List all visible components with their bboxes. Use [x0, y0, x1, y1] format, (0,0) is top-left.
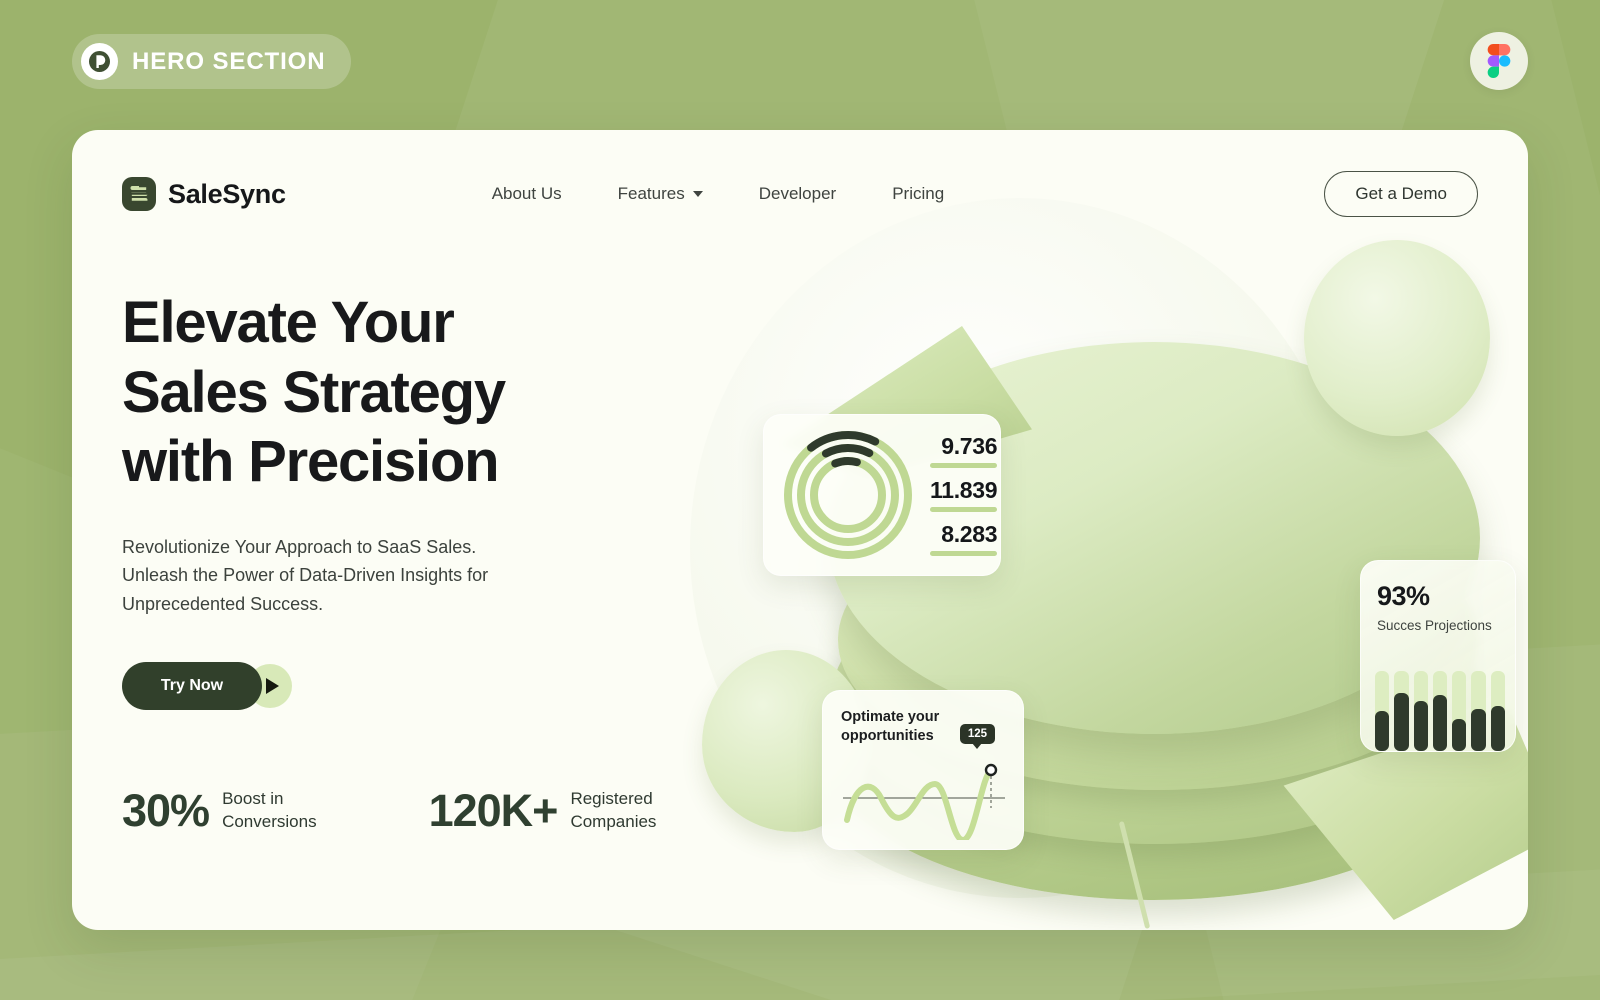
- bar-item: [1432, 671, 1448, 751]
- try-now-button[interactable]: Try Now: [122, 662, 262, 711]
- hero-badge-label: HERO SECTION: [132, 47, 326, 75]
- bar-item: [1452, 671, 1467, 751]
- projection-label: Succes Projections: [1377, 618, 1492, 633]
- metric-underline-bar: [930, 506, 998, 512]
- hero-section-badge: HERO SECTION: [72, 34, 352, 89]
- metrics-rings-card: 9.736 11.839 8.283: [763, 414, 1001, 576]
- bar-item: [1471, 671, 1486, 751]
- headline-line: Elevate Your: [122, 290, 455, 355]
- projection-percent: 93%: [1377, 581, 1430, 611]
- hero-subcopy: Revolutionize Your Approach to SaaS Sale…: [122, 533, 682, 618]
- stats-row: 30% Boost in Conversions 120K+ Registere…: [122, 785, 656, 837]
- subcopy-line: Unprecedented Success.: [122, 593, 324, 614]
- metric-item: 8.283: [930, 520, 998, 556]
- metric-value: 8.283: [941, 520, 998, 547]
- stat-label: Boost in Conversions: [222, 788, 317, 833]
- stat-label-line: Conversions: [222, 812, 317, 831]
- brand-name: SaleSync: [168, 178, 286, 209]
- stat-value: 120K+: [428, 785, 559, 836]
- hero-panel: SaleSync About Us Features Developer Pri…: [72, 130, 1528, 930]
- optimate-opportunities-card: Optimate your opportunities 125: [822, 690, 1024, 850]
- stat-label-line: Companies: [570, 812, 657, 831]
- stat-label-line: Boost in: [222, 789, 284, 809]
- tooltip-badge: 125: [959, 724, 995, 750]
- card-title-line: Optimate your: [841, 709, 940, 725]
- metric-underline-bar: [930, 462, 998, 468]
- opportunities-line-chart: 125: [841, 724, 1005, 841]
- projections-bar-chart: [1375, 665, 1505, 751]
- nav-item-about-us[interactable]: About Us: [492, 184, 562, 204]
- stat-item: 30% Boost in Conversions: [122, 785, 317, 837]
- decorative-blob: [1304, 240, 1490, 436]
- metric-item: 9.736: [930, 432, 998, 468]
- bar-item: [1490, 671, 1505, 751]
- figma-logo-icon[interactable]: [1470, 32, 1528, 90]
- try-now-cta: Try Now: [122, 662, 294, 711]
- bar-item: [1394, 671, 1409, 751]
- nav-item-label: About Us: [491, 184, 562, 203]
- stat-value: 30%: [122, 785, 210, 836]
- stat-item: 120K+ Registered Companies: [429, 785, 657, 837]
- bar-item: [1375, 671, 1390, 751]
- page-title: Elevate Your Sales Strategy with Precisi…: [122, 288, 682, 497]
- metrics-list: 9.736 11.839 8.283: [930, 432, 998, 556]
- p-mark-icon: [81, 43, 118, 80]
- metric-underline-bar: [930, 550, 998, 556]
- card-title-line: opportunities: [841, 728, 934, 745]
- hero-copy: Elevate Your Sales Strategy with Precisi…: [122, 288, 682, 711]
- metric-item: 11.839: [930, 476, 998, 512]
- metric-value: 9.736: [941, 432, 998, 459]
- metric-value: 11.839: [930, 476, 998, 503]
- headline-line: Sales Strategy: [122, 359, 506, 425]
- stat-label-line: Registered: [570, 789, 653, 809]
- success-projections-card: 93% Succes Projections: [1360, 560, 1516, 752]
- headline-line: with Precision: [122, 429, 500, 495]
- subcopy-line: Unleash the Power of Data-Driven Insight…: [122, 565, 489, 586]
- concentric-rings-chart: [784, 431, 912, 559]
- salesync-logo-icon: [122, 177, 156, 211]
- subcopy-line: Revolutionize Your Approach to SaaS Sale…: [122, 536, 477, 557]
- brand[interactable]: SaleSync: [122, 177, 286, 211]
- bar-item: [1413, 671, 1428, 751]
- stat-label: Registered Companies: [570, 788, 656, 833]
